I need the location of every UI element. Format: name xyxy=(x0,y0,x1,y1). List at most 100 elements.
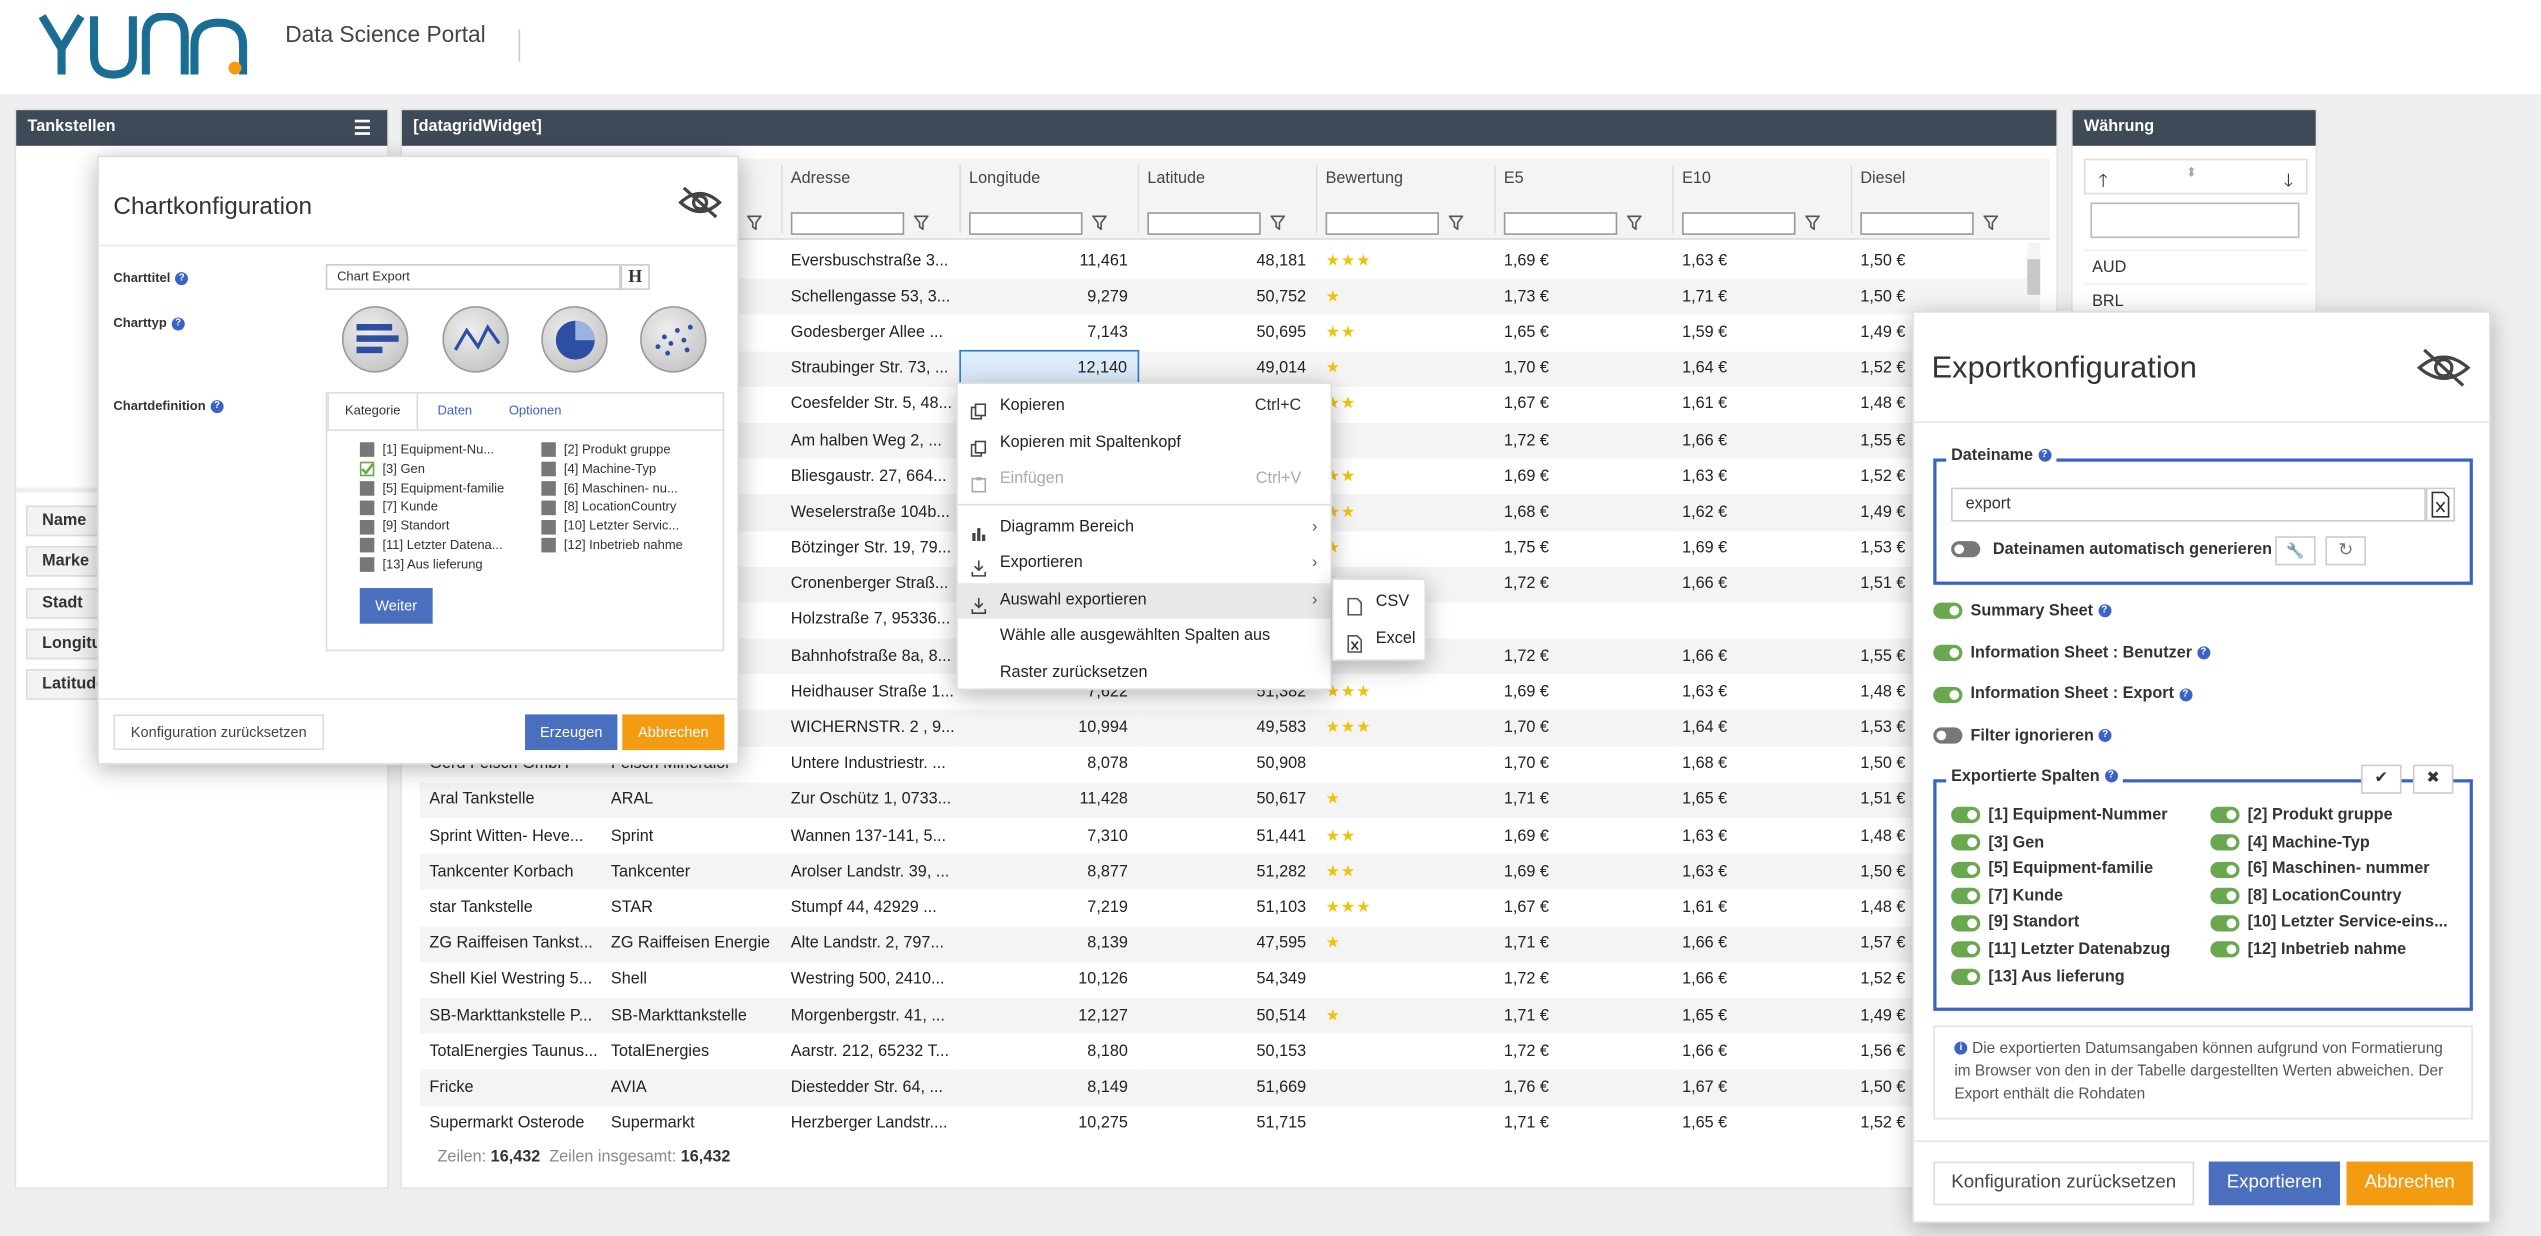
table-cell[interactable]: AVIA xyxy=(601,1069,782,1106)
table-cell[interactable]: 1,65 € xyxy=(1494,315,1672,351)
hamburger-menu-icon[interactable]: ☰ xyxy=(354,110,371,146)
table-cell[interactable]: Godesberger Allee ... xyxy=(781,315,959,351)
table-cell[interactable]: 1,69 € xyxy=(1494,854,1673,890)
filter-funnel-icon[interactable] xyxy=(1805,215,1820,231)
table-cell[interactable]: Supermarkt Osterode xyxy=(420,1106,601,1142)
table-cell[interactable]: SB-Markttankstelle P... xyxy=(419,997,602,1034)
export-column-toggle[interactable] xyxy=(2210,941,2240,958)
exportieren-button[interactable]: Exportieren xyxy=(2208,1161,2341,1206)
weiter-button[interactable]: Weiter xyxy=(359,588,433,624)
table-cell[interactable]: Shell Kiel Westring 5... xyxy=(420,962,601,998)
category-item[interactable]: [12] Inbetrieb nahme xyxy=(541,536,716,555)
export-toggle[interactable] xyxy=(1933,728,1963,745)
heading-format-icon[interactable]: H xyxy=(620,264,650,290)
waehrung-search-input[interactable] xyxy=(2090,202,2300,239)
table-cell[interactable]: 1,73 € xyxy=(1494,278,1673,315)
dateiname-input[interactable]: export xyxy=(1951,487,2426,522)
column-header-0[interactable]: Adresse xyxy=(791,170,850,188)
table-cell[interactable]: Aral Tankstelle xyxy=(419,782,602,819)
table-cell[interactable]: 1,63 € xyxy=(1672,459,1850,495)
table-cell[interactable]: Zur Oschütz 1, 0733... xyxy=(781,782,960,819)
table-cell[interactable]: Westring 500, 2410... xyxy=(781,962,959,998)
checkbox-icon[interactable] xyxy=(541,500,556,515)
table-cell[interactable]: ZG Raiffeisen Tankst... xyxy=(419,925,602,962)
table-cell[interactable]: Sprint xyxy=(601,818,781,854)
category-item[interactable]: [9] Standort xyxy=(359,517,529,536)
table-cell[interactable]: 1,59 € xyxy=(1672,315,1850,351)
category-item[interactable]: [4] Machine-Typ xyxy=(541,460,716,479)
checkbox-icon[interactable] xyxy=(359,519,375,534)
table-cell[interactable]: 1,75 € xyxy=(1494,531,1672,567)
auto-filename-toggle[interactable] xyxy=(1951,541,1981,558)
table-cell[interactable]: 51,282 xyxy=(1137,854,1316,890)
export-column-toggle[interactable] xyxy=(1951,861,1981,878)
table-cell[interactable]: Holzstraße 7, 95336... xyxy=(781,602,959,638)
table-cell[interactable]: Morgenbergstr. 41, ... xyxy=(781,997,960,1034)
table-cell[interactable]: Coesfelder Str. 5, 48... xyxy=(781,387,959,423)
table-cell[interactable]: 10,275 xyxy=(959,1106,1137,1142)
table-row[interactable]: ZG Raiffeisen Tankst... ZG Raiffeisen Ene… xyxy=(419,925,2029,962)
table-cell[interactable]: 1,63 € xyxy=(1672,854,1851,890)
filter-funnel-icon[interactable] xyxy=(1983,215,1999,231)
table-cell[interactable]: 1,69 € xyxy=(1494,243,1672,279)
table-cell[interactable]: 1,69 € xyxy=(1494,459,1672,495)
table-cell[interactable]: 8,877 xyxy=(959,854,1138,890)
table-cell[interactable]: 8,149 xyxy=(959,1069,1138,1106)
table-cell[interactable]: Stumpf 44, 42929 ... xyxy=(781,890,959,926)
table-cell[interactable]: 1,66 € xyxy=(1672,925,1851,962)
charttitel-input[interactable]: Chart Export xyxy=(325,264,621,290)
export-abbrechen-button[interactable]: Abbrechen xyxy=(2346,1161,2473,1206)
deselect-all-icon[interactable]: ✖ xyxy=(2412,764,2454,794)
table-cell[interactable]: 47,595 xyxy=(1137,925,1316,962)
export-column-toggle[interactable] xyxy=(2210,807,2240,824)
table-cell[interactable]: 1,70 € xyxy=(1494,710,1673,747)
table-cell[interactable]: ★★ xyxy=(1316,387,1494,423)
table-cell[interactable]: 1,61 € xyxy=(1672,387,1850,423)
checkbox-icon[interactable] xyxy=(359,500,375,515)
export-toggle[interactable] xyxy=(1933,686,1963,703)
tab-daten[interactable]: Daten xyxy=(438,403,473,418)
table-cell[interactable]: 1,71 € xyxy=(1672,278,1851,315)
table-cell[interactable]: 50,695 xyxy=(1138,315,1316,351)
table-cell[interactable]: 1,72 € xyxy=(1494,962,1672,998)
table-row[interactable]: star Tankstelle STAR Stumpf 44, 42929 ... 7… xyxy=(420,890,2029,926)
category-item[interactable]: [10] Letzter Servic... xyxy=(541,517,716,536)
table-cell[interactable]: ★ xyxy=(1316,531,1494,567)
bar-chart-icon[interactable] xyxy=(341,306,409,373)
menu-item-7[interactable]: Raster zurücksetzen xyxy=(958,655,1331,691)
table-cell[interactable]: 7,219 xyxy=(959,890,1137,926)
menu-item-1[interactable]: Kopieren mit Spaltenkopf xyxy=(958,425,1331,461)
table-row[interactable]: Sprint Witten- Heve... Sprint Wannen 137-1… xyxy=(420,818,2029,854)
table-cell[interactable] xyxy=(1316,1034,1494,1070)
table-cell[interactable]: Shell xyxy=(601,962,781,998)
table-cell[interactable]: Wannen 137-141, 5... xyxy=(781,818,959,854)
column-filter-input[interactable] xyxy=(969,211,1083,235)
table-cell[interactable]: Aarstr. 212, 65232 T... xyxy=(781,1034,959,1070)
column-filter-input[interactable] xyxy=(1147,211,1261,235)
table-cell[interactable]: ★ xyxy=(1315,997,1495,1034)
export-column-toggle[interactable] xyxy=(1951,914,1981,932)
category-item[interactable]: [3] Gen xyxy=(359,460,529,479)
filter-1[interactable]: Marke xyxy=(25,546,104,578)
export-column-toggle[interactable] xyxy=(1951,834,1981,851)
table-cell[interactable]: Heidhauser Straße 1... xyxy=(781,674,959,710)
chart-reset-button[interactable]: Konfiguration zurücksetzen xyxy=(113,714,325,751)
export-column-toggle[interactable] xyxy=(1951,807,1981,824)
column-filter-input[interactable] xyxy=(1682,211,1796,235)
filter-funnel-icon[interactable] xyxy=(913,215,929,231)
checkbox-icon[interactable] xyxy=(541,442,556,458)
column-filter-input[interactable] xyxy=(790,211,905,235)
table-cell[interactable]: 1,64 € xyxy=(1672,710,1851,747)
chart-abbrechen-button[interactable]: Abbrechen xyxy=(622,714,725,751)
checkbox-icon[interactable] xyxy=(359,557,375,573)
scatter-chart-icon[interactable] xyxy=(640,306,707,373)
table-cell[interactable]: ★★★ xyxy=(1316,890,1494,926)
column-filter-input[interactable] xyxy=(1503,211,1618,235)
table-cell[interactable]: 1,65 € xyxy=(1672,997,1851,1034)
table-cell[interactable]: ★★★ xyxy=(1316,243,1494,279)
table-cell[interactable]: ★ xyxy=(1315,350,1495,387)
column-header-4[interactable]: E5 xyxy=(1504,170,1524,188)
category-item[interactable]: [13] Aus lieferung xyxy=(359,555,529,574)
export-column-toggle[interactable] xyxy=(1951,968,1981,985)
table-cell[interactable]: 1,68 € xyxy=(1672,746,1850,782)
